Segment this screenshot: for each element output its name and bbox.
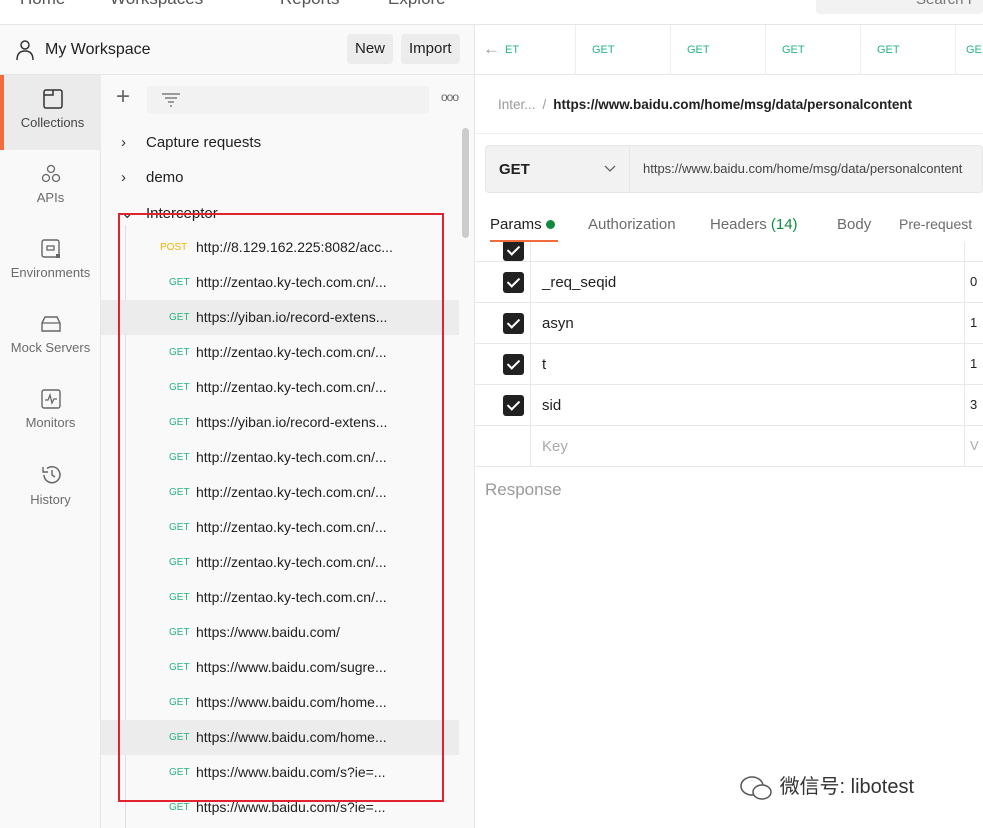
- watermark-text: 微信号: libotest: [779, 776, 915, 798]
- nav-home[interactable]: Home: [20, 0, 65, 9]
- monitors-icon: [40, 389, 61, 409]
- workspace-title: My Workspace: [45, 41, 151, 58]
- sidebar-item-history[interactable]: History: [0, 450, 101, 525]
- status-dot: [545, 220, 555, 229]
- scrollbar[interactable]: [462, 128, 469, 238]
- sidebar-item-label: APIs: [36, 190, 65, 205]
- sidebar-item-label: Mock Servers: [10, 340, 91, 355]
- url-input[interactable]: https://www.baidu.com/home/msg/data/pers…: [643, 161, 962, 176]
- method-select[interactable]: GET: [486, 146, 630, 192]
- new-button[interactable]: New: [347, 34, 394, 64]
- breadcrumb: Inter... / https://www.baidu.com/home/msg/…: [498, 97, 913, 112]
- url-bar: GET https://www.baidu.com/home/msg/data/…: [485, 145, 983, 193]
- sidebar-item-apis[interactable]: APIs: [0, 150, 101, 225]
- nav-workspaces[interactable]: Workspaces: [110, 0, 203, 9]
- param-value[interactable]: 1: [970, 315, 977, 330]
- request-tab[interactable]: GET: [860, 25, 955, 75]
- sidebar-item-label: Collections: [20, 115, 85, 130]
- request-tab[interactable]: GET: [765, 25, 860, 75]
- param-value[interactable]: 1: [970, 356, 977, 371]
- tab-label: Headers: [710, 216, 767, 233]
- folder-demo[interactable]: › demo: [121, 169, 184, 186]
- param-row-empty: Key V: [475, 426, 983, 467]
- filter-input[interactable]: [147, 86, 429, 114]
- import-button[interactable]: Import: [401, 34, 460, 64]
- response-label: Response: [485, 480, 562, 499]
- request-tab[interactable]: ET: [475, 25, 570, 75]
- param-key[interactable]: t: [542, 356, 546, 373]
- chevron-right-icon: ›: [121, 169, 126, 186]
- param-row: _req_seqid 0: [475, 262, 983, 303]
- checkbox[interactable]: [503, 354, 524, 375]
- filter-icon: [162, 93, 180, 107]
- sidebar-item-label: Environments: [10, 265, 91, 280]
- value-input[interactable]: V: [970, 438, 979, 453]
- param-row: t1: [475, 344, 983, 385]
- param-value[interactable]: 3: [970, 397, 977, 412]
- folder-label: Capture requests: [146, 134, 262, 151]
- tab-headers[interactable]: Headers (14): [710, 216, 798, 233]
- environments-icon: [40, 239, 60, 258]
- param-key[interactable]: sid: [542, 397, 561, 414]
- apis-icon: [41, 164, 60, 183]
- request-tab[interactable]: GET: [575, 25, 670, 75]
- tab-label: Params: [490, 216, 542, 233]
- watermark: 微信号: libotest: [738, 770, 914, 802]
- add-collection-icon[interactable]: +: [116, 85, 130, 109]
- mock-servers-icon: [40, 316, 61, 332]
- sidebar-item-collections[interactable]: Collections: [0, 75, 101, 150]
- nav-reports[interactable]: Reports: [280, 0, 340, 9]
- headers-count: (14): [770, 216, 798, 233]
- breadcrumb-parent[interactable]: Inter...: [498, 97, 536, 112]
- wechat-icon: [740, 775, 772, 800]
- tab-params[interactable]: Params: [490, 216, 555, 233]
- key-input[interactable]: Key: [542, 438, 568, 455]
- param-key[interactable]: _req_seqid: [542, 274, 616, 291]
- request-tabs-bar: ← ET GET GET GET GET GE: [475, 25, 983, 75]
- nav-explore[interactable]: Explore: [388, 0, 446, 9]
- sidebar-item-mock-servers[interactable]: Mock Servers: [0, 300, 101, 375]
- request-tab[interactable]: GET: [670, 25, 765, 75]
- sidebar-item-environments[interactable]: Environments: [0, 225, 101, 300]
- sidebar-item-monitors[interactable]: Monitors: [0, 375, 101, 450]
- checkbox[interactable]: [503, 272, 524, 293]
- param-row: asyn 1: [475, 303, 983, 344]
- sidebar: Collections APIs Environments Mock Serve…: [0, 75, 101, 828]
- more-options-icon[interactable]: ooo: [441, 90, 459, 104]
- chevron-right-icon: ›: [121, 134, 126, 151]
- param-row: sid 3: [475, 385, 983, 426]
- tab-pre-request[interactable]: Pre-request: [899, 216, 972, 232]
- folder-capture-requests[interactable]: › Capture requests: [121, 134, 261, 151]
- method-label: GET: [499, 161, 530, 178]
- request-tab[interactable]: GE: [955, 25, 983, 75]
- user-icon: [16, 40, 34, 61]
- chevron-down-icon: [604, 165, 616, 172]
- breadcrumb-current: https://www.baidu.com/home/msg/data/pers…: [553, 97, 913, 112]
- history-icon: [41, 466, 61, 484]
- collections-icon: [42, 89, 63, 109]
- checkbox[interactable]: [503, 395, 524, 416]
- tab-authorization[interactable]: Authorization: [588, 216, 676, 233]
- request-editor: Inter... / https://www.baidu.com/home/msg/…: [475, 75, 983, 828]
- top-nav: Home Workspaces Reports Explore Search P: [0, 0, 983, 25]
- checkbox[interactable]: [503, 313, 524, 334]
- sidebar-item-label: Monitors: [25, 415, 76, 430]
- highlight-box: [118, 213, 444, 802]
- param-key[interactable]: asyn: [542, 315, 574, 332]
- param-value[interactable]: 0: [970, 274, 977, 289]
- workspace-header: My Workspace New Import: [0, 25, 475, 75]
- search-input[interactable]: Search P: [816, 0, 983, 14]
- sidebar-item-label: History: [30, 492, 71, 507]
- tab-body[interactable]: Body: [837, 216, 871, 233]
- folder-label: demo: [146, 169, 184, 186]
